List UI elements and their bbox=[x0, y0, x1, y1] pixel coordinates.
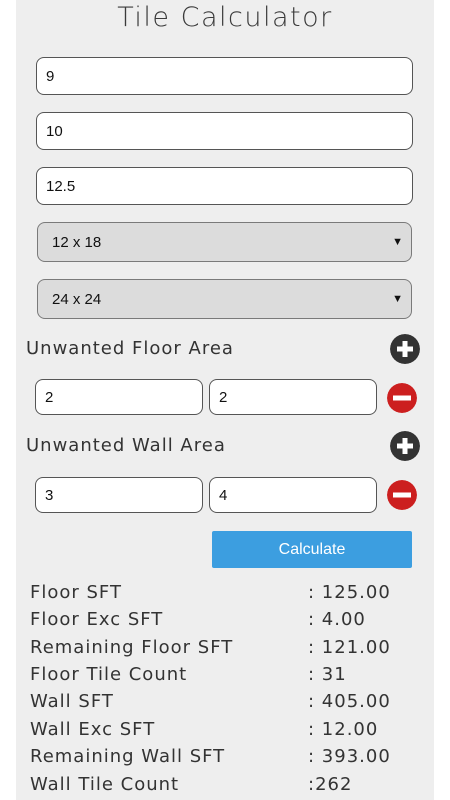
result-value-wall-exc-sft: : 12.00 bbox=[308, 719, 379, 740]
result-value-remaining-wall-sft: : 393.00 bbox=[308, 746, 391, 767]
result-value-floor-exc-sft: : 4.00 bbox=[308, 609, 366, 630]
unwanted-floor-area-label: Unwanted Floor Area bbox=[26, 338, 234, 359]
result-value-wall-sft: : 405.00 bbox=[308, 691, 391, 712]
dropdown-arrow-icon: ▼ bbox=[392, 236, 403, 248]
result-value-floor-tile-count: : 31 bbox=[308, 664, 347, 685]
result-label-wall-exc-sft: Wall Exc SFT bbox=[30, 719, 156, 740]
floor-tile-size-value: 24 x 24 bbox=[52, 290, 102, 308]
height-input[interactable]: 12.5 bbox=[36, 167, 413, 205]
add-floor-area-icon[interactable] bbox=[390, 334, 420, 364]
result-label-remaining-wall-sft: Remaining Wall SFT bbox=[30, 746, 226, 767]
calculate-button[interactable]: Calculate bbox=[212, 531, 412, 568]
remove-floor-area-icon[interactable] bbox=[387, 383, 417, 413]
length-input[interactable]: 9 bbox=[36, 57, 413, 95]
result-label-floor-tile-count: Floor Tile Count bbox=[30, 664, 188, 685]
page-title: Tile Calculator bbox=[117, 2, 333, 33]
result-label-wall-tile-count: Wall Tile Count bbox=[30, 774, 180, 795]
floor-tile-size-select[interactable]: 24 x 24 ▼ bbox=[37, 279, 412, 319]
result-label-remaining-floor-sft: Remaining Floor SFT bbox=[30, 637, 234, 658]
add-wall-area-icon[interactable] bbox=[390, 431, 420, 461]
result-value-wall-tile-count: :262 bbox=[308, 774, 353, 795]
unwanted-wall-area-label: Unwanted Wall Area bbox=[26, 435, 226, 456]
dropdown-arrow-icon: ▼ bbox=[392, 293, 403, 305]
result-value-floor-sft: : 125.00 bbox=[308, 582, 391, 603]
remove-wall-area-icon[interactable] bbox=[387, 480, 417, 510]
wall-tile-size-value: 12 x 18 bbox=[52, 233, 102, 251]
result-value-remaining-floor-sft: : 121.00 bbox=[308, 637, 391, 658]
floor-exclusion-length-input[interactable]: 2 bbox=[35, 379, 203, 415]
floor-exclusion-width-input[interactable]: 2 bbox=[209, 379, 377, 415]
width-input[interactable]: 10 bbox=[36, 112, 413, 150]
wall-tile-size-select[interactable]: 12 x 18 ▼ bbox=[37, 222, 412, 262]
result-label-floor-sft: Floor SFT bbox=[30, 582, 122, 603]
wall-exclusion-length-input[interactable]: 3 bbox=[35, 477, 203, 513]
result-label-floor-exc-sft: Floor Exc SFT bbox=[30, 609, 164, 630]
wall-exclusion-width-input[interactable]: 4 bbox=[209, 477, 377, 513]
result-label-wall-sft: Wall SFT bbox=[30, 691, 114, 712]
